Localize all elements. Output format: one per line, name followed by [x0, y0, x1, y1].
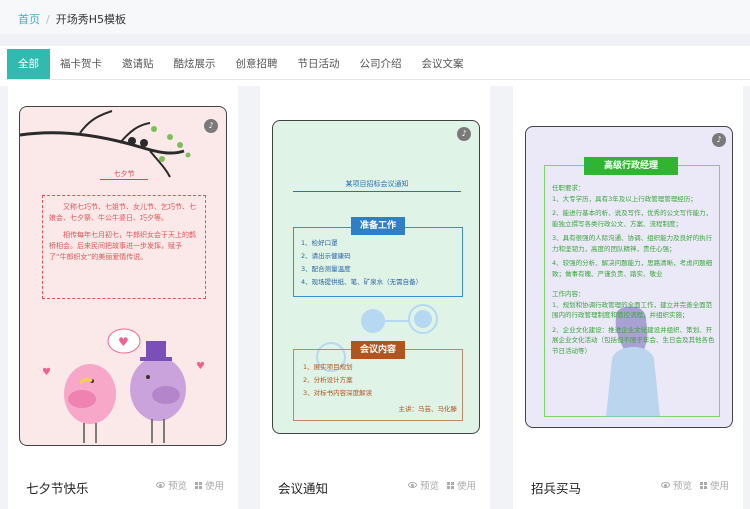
breadcrumb-home-link[interactable]: 首页 — [18, 13, 40, 26]
svg-text:♥: ♥ — [42, 367, 51, 378]
preview-list-item: 2、企业文化建设：推进企业文化建设并组织、策划、开展企业文化活动（包括但不限于年… — [552, 325, 715, 355]
tab-company-intro[interactable]: 公司介绍 — [350, 49, 412, 79]
tab-holiday-events[interactable]: 节日活动 — [288, 49, 350, 79]
preview-list-item: 3、对标书内容深度解读 — [303, 389, 373, 397]
preview-list-item: 3、具有很强的人际沟通、协调、组织能力及良好的执行力和坚韧力，高度的团队精神，责… — [552, 234, 713, 253]
birds-illustration: ♥ ♥ ♥ — [42, 328, 205, 443]
tab-meeting-copy[interactable]: 会议文案 — [412, 49, 474, 79]
breadcrumb-current: 开场秀H5模板 — [55, 13, 126, 26]
preview-paragraph: 相传每年七月初七，牛郎织女会于天上的鹊桥相会。后来民间把故事进一步发挥，赋予了“… — [49, 231, 196, 261]
branch-illustration — [20, 110, 191, 178]
template-title[interactable]: 招兵买马 — [531, 478, 581, 497]
tab-invitations[interactable]: 邀请贴 — [112, 49, 164, 79]
card-actions: 预览 使用 — [155, 478, 224, 492]
preview-subheading: 任职要求： — [552, 184, 585, 192]
preview-speaker: 主讲：马芸、马化滕 — [398, 405, 458, 413]
template-panel: 全部 福卡贺卡 邀请贴 酷炫展示 创意招聘 节日活动 公司介绍 会议文案 ♪ 七… — [0, 46, 750, 509]
use-button[interactable]: 使用 — [446, 478, 476, 492]
preview-list-item: 1、检好口罩 — [301, 239, 338, 247]
template-grid: ♪ 七夕节 又称七巧节、七姐节、女儿节、乞巧节、七娘会、七夕祭、牛公牛婆日、巧夕… — [0, 86, 750, 509]
preview-list: 1、展实项目规划 2、分析设计方案 3、对标书内容深度解读 — [303, 361, 463, 400]
template-title[interactable]: 七夕节快乐 — [26, 478, 89, 497]
breadcrumb-separator: / — [46, 13, 50, 26]
preview-subheading: 工作内容： — [552, 290, 585, 298]
music-icon[interactable]: ♪ — [204, 119, 218, 133]
template-title[interactable]: 会议通知 — [278, 478, 328, 497]
preview-paragraph: 又称七巧节、七姐节、女儿节、乞巧节、七娘会、七夕祭、牛公牛婆日、巧夕等。 — [49, 203, 196, 222]
preview-label: 预览 — [167, 481, 187, 492]
preview-heading: 七夕节 — [100, 169, 148, 180]
preview-list-item: 4、现场提供纸、笔、矿泉水（无需自备） — [301, 278, 423, 286]
preview-list-item: 2、请出示健康码 — [301, 252, 351, 260]
preview-label: 预览 — [672, 481, 692, 492]
svg-text:♥: ♥ — [196, 361, 205, 372]
preview-list-item: 2、能进行基本的析、说及写作，优秀的公文写作能力，能独立撰写各类行政公文、方案、… — [552, 209, 713, 228]
use-label: 使用 — [204, 481, 224, 492]
preview-heading: 某项目招标会议通知 — [293, 179, 461, 192]
eye-icon — [155, 482, 165, 488]
preview-body-text: 任职要求： 1、大专学历，具有3年及以上行政管理管理经历； 2、能进行基本的析、… — [552, 183, 716, 356]
preview-heading: 高级行政经理 — [584, 157, 678, 175]
preview-list-item: 3、配合测量温度 — [301, 265, 351, 273]
preview-list: 1、检好口罩 2、请出示健康码 3、配合测量温度 4、现场提供纸、笔、矿泉水（无… — [301, 237, 461, 289]
eye-icon — [407, 482, 417, 488]
eye-icon — [660, 482, 670, 488]
preview-button[interactable]: 预览 — [407, 478, 439, 492]
card-actions: 预览 使用 — [407, 478, 476, 492]
template-card[interactable]: ♪ 某项目招标会议通知 准备工作 1、检好口罩 2、请出示健康码 3、配合测量温… — [260, 86, 490, 509]
use-label: 使用 — [456, 481, 476, 492]
preview-label: 预览 — [419, 481, 439, 492]
use-button[interactable]: 使用 — [194, 478, 224, 492]
preview-section-title: 准备工作 — [351, 217, 405, 235]
tab-cool-showcase[interactable]: 酷炫展示 — [164, 49, 226, 79]
preview-button[interactable]: 预览 — [155, 478, 187, 492]
preview-list-item: 2、分析设计方案 — [303, 376, 353, 384]
template-preview[interactable]: ♪ 高级行政经理 任职要求： 1、大专学历，具有3年及以上行政管理管理经历； 2… — [525, 126, 733, 428]
category-tabs: 全部 福卡贺卡 邀请贴 酷炫展示 创意招聘 节日活动 公司介绍 会议文案 — [7, 49, 474, 79]
use-label: 使用 — [709, 481, 729, 492]
music-icon[interactable]: ♪ — [457, 127, 471, 141]
tab-all[interactable]: 全部 — [7, 49, 50, 79]
grid-icon — [699, 481, 707, 489]
grid-icon — [194, 481, 202, 489]
music-icon[interactable]: ♪ — [712, 133, 726, 147]
use-button[interactable]: 使用 — [699, 478, 729, 492]
preview-button[interactable]: 预览 — [660, 478, 692, 492]
tab-greeting-cards[interactable]: 福卡贺卡 — [50, 49, 112, 79]
breadcrumb: 首页 / 开场秀H5模板 — [0, 0, 750, 34]
template-card[interactable]: ♪ 高级行政经理 任职要求： 1、大专学历，具有3年及以上行政管理管理经历； 2… — [513, 86, 743, 509]
preview-list-item: 1、展实项目规划 — [303, 363, 353, 371]
template-card[interactable]: ♪ 七夕节 又称七巧节、七姐节、女儿节、乞巧节、七娘会、七夕祭、牛公牛婆日、巧夕… — [8, 86, 238, 509]
card-actions: 预览 使用 — [660, 478, 729, 492]
preview-list-item: 4、较强的分析、解决问题能力，思路清晰，考虑问题细致；做事有魄、严谨负责、踏实、… — [552, 259, 713, 278]
grid-icon — [446, 481, 454, 489]
svg-text:♥: ♥ — [118, 335, 129, 349]
template-preview[interactable]: ♪ 某项目招标会议通知 准备工作 1、检好口罩 2、请出示健康码 3、配合测量温… — [272, 120, 480, 434]
tab-divider — [7, 79, 750, 80]
preview-section-title: 会议内容 — [351, 341, 405, 359]
preview-text-box: 又称七巧节、七姐节、女儿节、乞巧节、七娘会、七夕祭、牛公牛婆日、巧夕等。 相传每… — [42, 195, 206, 299]
preview-list-item: 1、大专学历，具有3年及以上行政管理管理经历； — [552, 194, 697, 203]
tab-creative-recruiting[interactable]: 创意招聘 — [226, 49, 288, 79]
preview-list-item: 1、规划和协调行政管理的全面工作，建立并完善全面范围内的行政管理制度和管控流程，… — [552, 300, 713, 320]
template-preview[interactable]: ♪ 七夕节 又称七巧节、七姐节、女儿节、乞巧节、七娘会、七夕祭、牛公牛婆日、巧夕… — [19, 106, 227, 446]
